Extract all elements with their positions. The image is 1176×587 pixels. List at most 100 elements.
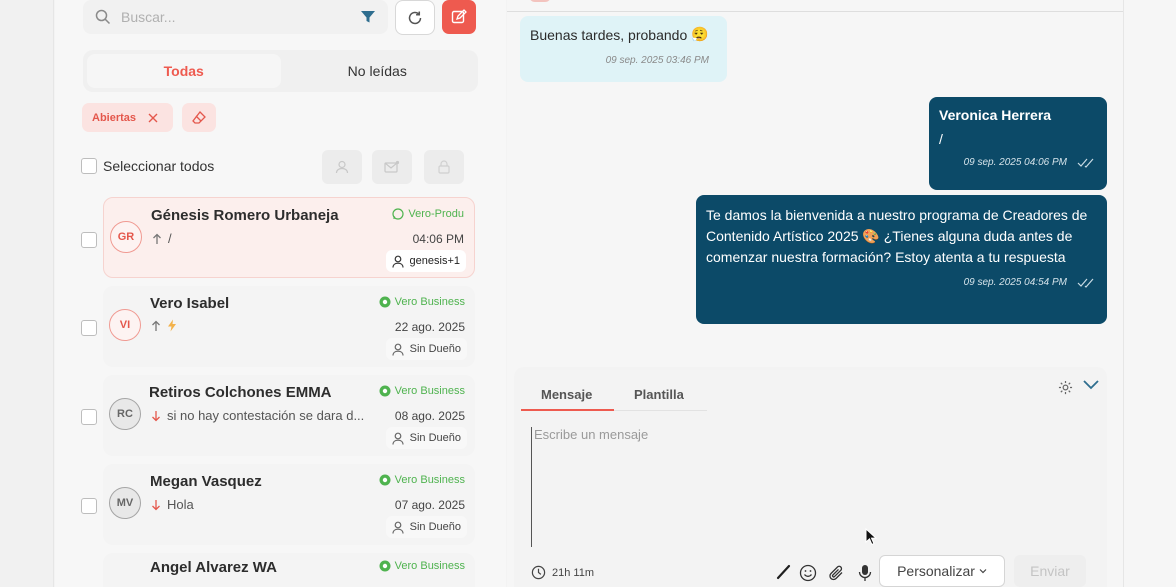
personalize-button[interactable]: Personalizar (879, 555, 1005, 587)
conversation-date: 07 ago. 2025 (394, 498, 465, 512)
message-time: 09 sep. 2025 04:54 PM (963, 277, 1067, 288)
conversation-item[interactable]: GR Génesis Romero Urbaneja Vero-Produ / … (103, 197, 475, 278)
channel-badge: Vero Business (379, 474, 465, 486)
conversation-checkbox[interactable] (81, 320, 97, 336)
user-icon (392, 432, 404, 445)
preview-text: si no hay contestación se dara d... (167, 408, 365, 423)
chat-header-divider (507, 11, 1123, 12)
settings-icon[interactable] (1058, 380, 1073, 395)
emoji-icon[interactable] (799, 564, 817, 582)
conversation-checkbox[interactable] (81, 409, 97, 425)
conversation-item[interactable]: VI Vero Isabel Vero Business 22 ago. 202… (103, 286, 475, 367)
conversation-preview: Hola (151, 497, 194, 512)
tab-no-leidas[interactable]: No leídas (281, 54, 475, 88)
filter-chip-abiertas[interactable]: Abiertas (82, 103, 173, 132)
conversation-name: Megan Vasquez (150, 473, 262, 490)
owner-name: Sin Dueño (409, 521, 461, 533)
clear-filters-button[interactable] (182, 103, 216, 132)
filter-chip-label: Abiertas (92, 111, 137, 124)
active-tab-indicator (521, 409, 614, 411)
conversation-preview (151, 319, 183, 332)
conversation-name: Vero Isabel (150, 295, 230, 312)
conversation-date: 04:06 PM (412, 232, 464, 246)
emoji: 😮‍💨 (691, 26, 709, 42)
arrow-up-icon (152, 233, 162, 245)
owner-tag[interactable]: genesis+1 (385, 250, 466, 272)
lock-icon (438, 160, 450, 174)
mail-icon (384, 160, 400, 174)
page-left-strip (0, 0, 54, 587)
channel-name: Vero Business (394, 474, 465, 486)
channel-dot-icon (379, 560, 391, 572)
conversation-item[interactable]: Angel Alvarez WA Vero Business (103, 553, 475, 587)
message-input[interactable] (531, 427, 1091, 547)
send-button[interactable]: Enviar (1014, 555, 1086, 587)
refresh-icon (407, 10, 423, 26)
select-all-checkbox[interactable] (81, 158, 97, 174)
assign-user-button[interactable] (322, 150, 362, 184)
close-conversation-button[interactable] (424, 150, 464, 184)
message-time: 09 sep. 2025 04:06 PM (963, 157, 1067, 168)
attachment-icon[interactable] (828, 564, 846, 582)
chevron-down-icon[interactable] (1082, 378, 1100, 390)
search-icon (95, 9, 111, 25)
outgoing-message: Veronica Herrera / 09 sep. 2025 04:06 PM (929, 97, 1107, 190)
chevron-down-icon (979, 568, 987, 574)
outgoing-message: Te damos la bienvenida a nuestro program… (696, 195, 1107, 324)
owner-name: Sin Dueño (409, 343, 461, 355)
tab-todas[interactable]: Todas (87, 54, 281, 88)
conversation-date: 08 ago. 2025 (394, 409, 465, 423)
user-icon (392, 343, 404, 356)
whatsapp-icon (392, 208, 404, 220)
conversation-name: Angel Alvarez WA (150, 559, 277, 576)
close-icon[interactable] (148, 113, 158, 123)
double-check-icon (1077, 278, 1097, 288)
user-icon (392, 521, 404, 534)
conversation-name: Génesis Romero Urbaneja (151, 207, 339, 224)
message-time: 09 sep. 2025 03:46 PM (605, 55, 709, 66)
search-input[interactable] (121, 9, 350, 25)
channel-dot-icon (379, 296, 391, 308)
select-all[interactable]: Seleccionar todos (81, 158, 214, 174)
owner-tag[interactable]: Sin Dueño (385, 427, 467, 449)
conversation-checkbox[interactable] (81, 232, 97, 248)
tab-plantilla[interactable]: Plantilla (634, 387, 684, 402)
message-text: Te damos la bienvenida a nuestro program… (706, 207, 1088, 265)
message-sender: Veronica Herrera (939, 107, 1052, 123)
microphone-icon[interactable] (858, 564, 872, 582)
channel-badge: Vero Business (379, 385, 465, 397)
message-text: / (939, 131, 943, 147)
channel-name: Vero Business (394, 560, 465, 572)
conversation-checkbox[interactable] (81, 498, 97, 514)
preview-text: Hola (167, 497, 194, 512)
reply-timer: 21h 11m (531, 565, 594, 580)
chat-panel: Buenas tardes, probando 😮‍💨 09 sep. 2025… (507, 0, 1123, 587)
edit-icon (451, 9, 467, 25)
preview-text: / (168, 231, 172, 246)
chat-header-avatar (529, 0, 551, 2)
signature-icon[interactable] (776, 564, 792, 580)
refresh-button[interactable] (395, 0, 435, 35)
filter-icon[interactable] (360, 10, 376, 24)
avatar: VI (109, 309, 141, 341)
channel-badge: Vero Business (379, 560, 465, 572)
owner-name: Sin Dueño (409, 432, 461, 444)
owner-tag[interactable]: Sin Dueño (385, 516, 467, 538)
lightning-icon (167, 319, 177, 332)
conversation-item[interactable]: MV Megan Vasquez Vero Business Hola 07 a… (103, 464, 475, 545)
owner-tag[interactable]: Sin Dueño (385, 338, 467, 360)
channel-name: Vero-Produ (408, 208, 464, 220)
new-conversation-button[interactable] (442, 0, 476, 34)
mark-read-button[interactable] (372, 150, 412, 184)
channel-dot-icon (379, 385, 391, 397)
channel-badge: Vero-Produ (392, 208, 464, 220)
tab-mensaje[interactable]: Mensaje (541, 387, 592, 402)
message-meta: 09 sep. 2025 04:54 PM (706, 277, 1097, 288)
channel-badge: Vero Business (379, 296, 465, 308)
message-text: Buenas tardes, probando 😮‍💨 (530, 26, 709, 43)
user-icon (335, 160, 349, 174)
select-all-label: Seleccionar todos (103, 158, 215, 174)
channel-name: Vero Business (394, 296, 465, 308)
timer-text: 21h 11m (552, 566, 594, 579)
conversation-item[interactable]: RC Retiros Colchones EMMA Vero Business … (103, 375, 475, 456)
